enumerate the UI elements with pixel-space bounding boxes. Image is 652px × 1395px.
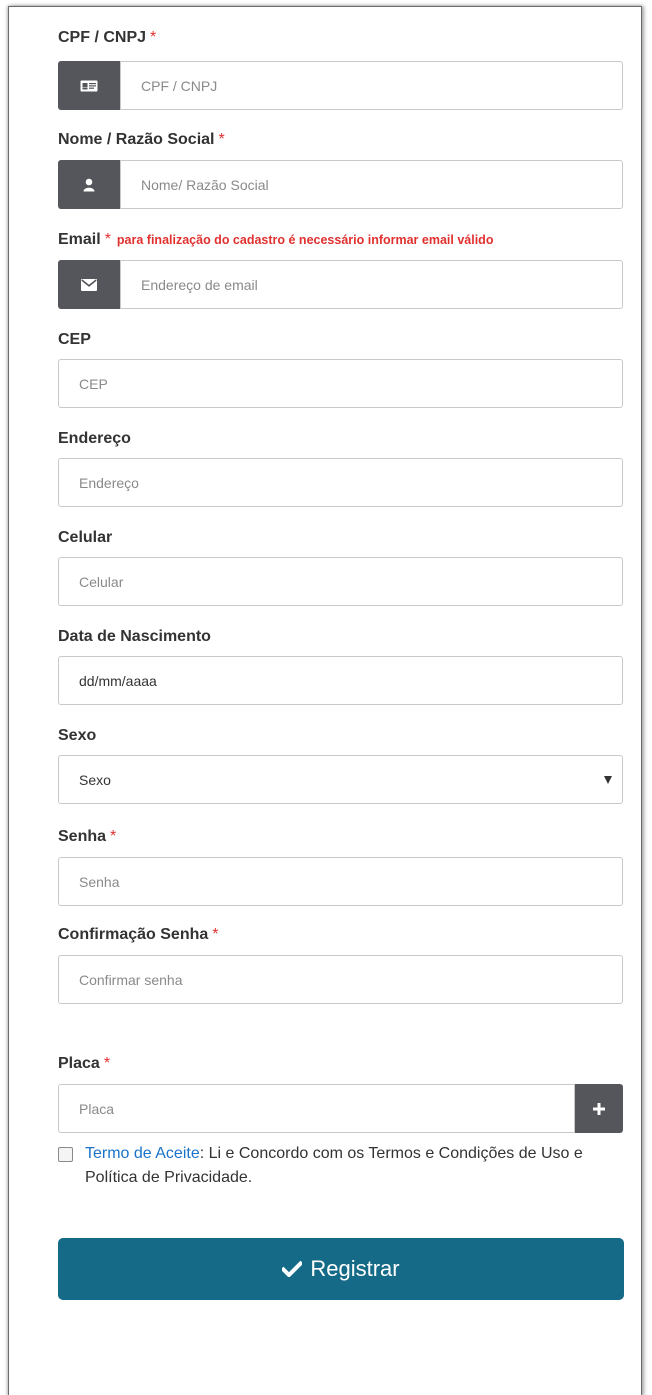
plus-icon xyxy=(593,1102,605,1115)
id-card-icon xyxy=(58,61,120,110)
field-endereco: Endereço xyxy=(58,429,623,507)
placa-input[interactable] xyxy=(58,1084,575,1133)
endereco-input-group xyxy=(58,458,623,507)
sexo-label: Sexo xyxy=(58,727,97,744)
required-marker: * xyxy=(110,828,117,845)
field-placa: Placa * xyxy=(58,1054,623,1133)
date-input[interactable]: dd/mm/aaaa xyxy=(58,656,623,705)
placa-input-group xyxy=(58,1084,623,1133)
nascimento-input-group: dd/mm/aaaa xyxy=(58,656,623,705)
terms-checkbox[interactable] xyxy=(58,1147,73,1162)
field-cpf: CPF / CNPJ * xyxy=(58,28,623,110)
field-senha: Senha * xyxy=(58,827,623,906)
cpf-label: CPF / CNPJ * xyxy=(58,29,157,46)
senha-label: Senha * xyxy=(58,828,117,845)
user-icon xyxy=(58,160,120,209)
cep-input[interactable] xyxy=(58,359,623,408)
envelope-icon xyxy=(58,260,120,309)
terms-row: Termo de Aceite: Li e Concordo com os Te… xyxy=(58,1142,618,1190)
dropdown-arrow-icon xyxy=(604,775,612,784)
required-marker: * xyxy=(104,231,111,248)
field-confirmacao: Confirmação Senha * xyxy=(58,925,623,1004)
cep-label: CEP xyxy=(58,331,91,348)
field-nascimento: Data de Nascimento dd/mm/aaaa xyxy=(58,627,623,705)
register-label: Registrar xyxy=(310,1256,400,1281)
endereco-input[interactable] xyxy=(58,458,623,507)
field-nome: Nome / Razão Social * xyxy=(58,130,623,209)
field-cep: CEP xyxy=(58,330,623,408)
sexo-select[interactable]: Sexo xyxy=(58,755,623,804)
celular-input[interactable] xyxy=(58,557,623,606)
celular-input-group xyxy=(58,557,623,606)
confirmacao-label: Confirmação Senha * xyxy=(58,926,219,943)
field-celular: Celular xyxy=(58,528,623,606)
confirmacao-input[interactable] xyxy=(58,955,623,1004)
nome-input[interactable] xyxy=(120,160,623,209)
add-placa-button[interactable] xyxy=(575,1084,623,1133)
nascimento-label: Data de Nascimento xyxy=(58,628,211,645)
nome-input-group xyxy=(58,160,623,209)
endereco-label: Endereço xyxy=(58,430,131,447)
terms-link[interactable]: Termo de Aceite xyxy=(85,1145,200,1162)
field-email: Email * para finalização do cadastro é nec… xyxy=(58,230,623,309)
date-value: dd/mm/aaaa xyxy=(79,672,157,689)
email-input-group xyxy=(58,260,623,309)
required-marker: * xyxy=(103,1055,111,1072)
celular-label: Celular xyxy=(58,529,113,546)
confirmacao-input-group xyxy=(58,955,623,1004)
senha-input-group xyxy=(58,857,623,906)
register-button[interactable]: Registrar xyxy=(58,1238,624,1300)
required-marker: * xyxy=(150,29,157,46)
email-label: Email * para finalização do cadastro é nec… xyxy=(58,231,494,248)
cpf-input[interactable] xyxy=(120,61,623,110)
sexo-select-group: Sexo xyxy=(58,755,623,804)
sexo-selected: Sexo xyxy=(79,771,111,788)
terms-text-block: Termo de Aceite: Li e Concordo com os Te… xyxy=(85,1142,618,1190)
field-sexo: Sexo Sexo xyxy=(58,726,623,804)
email-input[interactable] xyxy=(120,260,623,309)
senha-input[interactable] xyxy=(58,857,623,906)
required-marker: * xyxy=(212,926,219,943)
placa-label: Placa * xyxy=(58,1055,111,1072)
nome-label: Nome / Razão Social * xyxy=(58,131,225,148)
check-icon xyxy=(282,1261,303,1277)
cpf-input-group xyxy=(58,61,623,110)
cep-input-group xyxy=(58,359,623,408)
required-marker: * xyxy=(218,131,225,148)
email-hint: para finalização do cadastro é necessári… xyxy=(116,233,494,247)
